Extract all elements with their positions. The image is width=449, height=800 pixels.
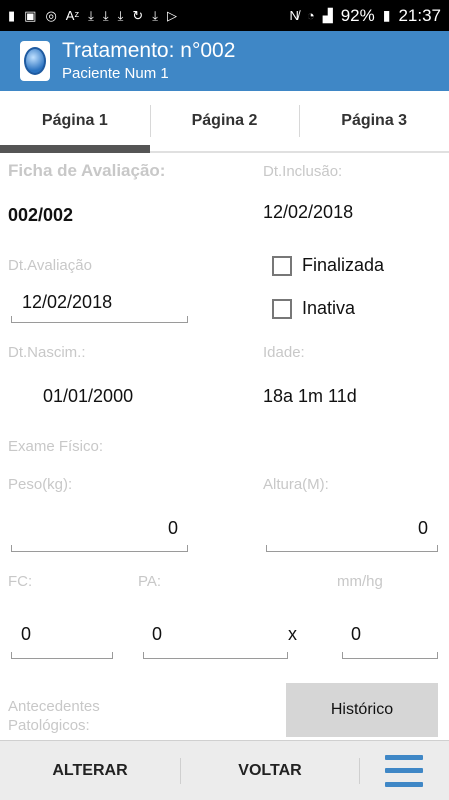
finalizada-checkbox[interactable]: Finalizada xyxy=(272,255,384,276)
pa-value: 0 xyxy=(152,624,163,644)
signal-icon: ▟ xyxy=(322,7,333,23)
clock: 21:37 xyxy=(398,5,441,25)
historico-button[interactable]: Histórico xyxy=(286,683,438,737)
peso-label: Peso(kg): xyxy=(8,476,73,493)
nascim-value: 01/01/2000 xyxy=(43,386,134,406)
status-left-icons: ▮ ▣ ◎ Aᶻ ⤓ ⤓ ⤓ ↻ ⤓ ▷ xyxy=(8,8,177,24)
media-icon: ▣ xyxy=(24,7,37,23)
tab-pagina-1[interactable]: Página 1 xyxy=(0,91,150,153)
battery-level: 92% xyxy=(340,5,375,25)
inativa-box[interactable] xyxy=(272,298,292,319)
pa-separator: x xyxy=(288,624,297,644)
fc-field[interactable]: 0 xyxy=(11,617,113,659)
app-subtitle: Paciente Num 1 xyxy=(62,65,169,82)
alterar-button[interactable]: ALTERAR xyxy=(0,741,180,800)
download-icon: ⤓ xyxy=(102,7,109,23)
peso-field[interactable]: 0 xyxy=(11,510,188,552)
play-store-icon: ▷ xyxy=(167,7,178,23)
battery-icon: ▮ xyxy=(382,7,391,23)
wifi-icon: ◔ xyxy=(306,8,315,23)
fc-value: 0 xyxy=(21,624,32,644)
altura-field[interactable]: 0 xyxy=(266,510,438,552)
ficha-label: Ficha de Avaliação: xyxy=(8,161,166,180)
form-content: Ficha de Avaliação: 002/002 Dt.Inclusão:… xyxy=(0,155,449,740)
menu-icon[interactable] xyxy=(385,754,423,787)
inclusao-label: Dt.Inclusão: xyxy=(263,163,343,180)
tab-pagina-2[interactable]: Página 2 xyxy=(149,91,300,151)
notification-icon: ▮ xyxy=(8,7,16,23)
avaliacao-value: 12/02/2018 xyxy=(22,292,113,312)
app-title: Tratamento: n°002 xyxy=(62,39,236,62)
idade-value: 18a 1m 11d xyxy=(263,386,357,406)
ficha-value: 002/002 xyxy=(8,205,74,225)
app-bar: Tratamento: n°002 Paciente Num 1 xyxy=(0,31,449,91)
altura-label: Altura(M): xyxy=(263,476,329,493)
avaliacao-field[interactable]: 12/02/2018 xyxy=(11,285,188,323)
voltar-button[interactable]: VOLTAR xyxy=(181,741,359,800)
cast-icon: ◎ xyxy=(45,7,57,23)
tab-bar: Página 1 Página 2 Página 3 xyxy=(0,91,449,153)
antecedentes-label-line1: Antecedentes xyxy=(8,698,100,715)
antecedentes-label-line2: Patológicos: xyxy=(8,717,90,734)
status-bar: ▮ ▣ ◎ Aᶻ ⤓ ⤓ ⤓ ↻ ⤓ ▷ N̸ ◔ ▟ 92% ▮ 21:37 xyxy=(0,0,449,31)
font-icon: Aᶻ xyxy=(65,8,80,23)
download-icon: ⤓ xyxy=(117,7,124,23)
idade-label: Idade: xyxy=(263,344,305,361)
app-logo-icon xyxy=(20,41,50,81)
avaliacao-label: Dt.Avaliação xyxy=(8,257,92,274)
nfc-icon: N̸ xyxy=(289,8,299,23)
download-icon: ⤓ xyxy=(152,7,159,23)
antecedentes-label: Antecedentes Patológicos: xyxy=(8,697,100,735)
peso-value: 0 xyxy=(167,518,178,538)
altura-value: 0 xyxy=(417,518,428,538)
status-right: N̸ ◔ ▟ 92% ▮ 21:37 xyxy=(289,6,441,26)
finalizada-label: Finalizada xyxy=(302,255,385,275)
pa2-value: 0 xyxy=(351,624,362,644)
inativa-checkbox[interactable]: Inativa xyxy=(272,298,355,319)
mmhg-label: mm/hg xyxy=(337,573,383,590)
inativa-label: Inativa xyxy=(302,298,356,318)
pa2-field[interactable]: 0 xyxy=(342,617,438,659)
bottom-bar: ALTERAR VOLTAR xyxy=(0,740,449,800)
inclusao-value: 12/02/2018 xyxy=(263,202,354,222)
download-icon: ⤓ xyxy=(88,7,94,23)
pa-label: PA: xyxy=(138,573,162,590)
finalizada-box[interactable] xyxy=(272,255,292,276)
sync-icon: ↻ xyxy=(132,7,144,23)
exame-fisico-label: Exame Físico: xyxy=(8,438,104,455)
fc-label: FC: xyxy=(8,573,33,590)
menu-button[interactable] xyxy=(360,741,448,800)
nascim-label: Dt.Nascim.: xyxy=(8,344,86,361)
pa-field[interactable]: 0 xyxy=(143,617,288,659)
tab-pagina-3[interactable]: Página 3 xyxy=(299,91,449,151)
